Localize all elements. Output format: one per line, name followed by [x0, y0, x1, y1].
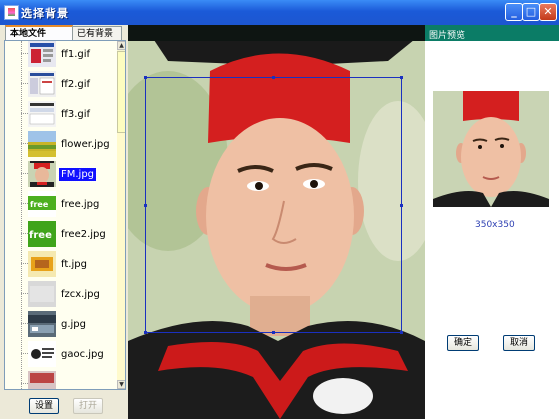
list-scrollbar[interactable]: ▲ ▼ [117, 41, 125, 389]
tab-label: 本地文件 [10, 29, 47, 39]
window-title: 选择背景 [21, 7, 69, 20]
file-list[interactable]: ff1.gif ff2.gif ff3.gif flower.jpg FM.jp… [5, 41, 117, 389]
button-label: 确定 [453, 338, 472, 348]
file-name: gaoc.jpg [61, 349, 104, 360]
file-browser-panel: 本地文件 已有背景 ff1.gif ff2.gif ff3.gif flower… [0, 25, 128, 419]
ok-button[interactable]: 确定 [447, 335, 479, 351]
list-item[interactable] [5, 369, 117, 389]
free-logo-thumbnail: free [28, 221, 56, 247]
list-item[interactable]: flower.jpg [5, 129, 117, 159]
file-name: flower.jpg [61, 139, 110, 150]
preview-panel: 图片预览 350x350 确定 取消 [425, 25, 559, 419]
ui-screenshot-thumbnail [28, 41, 56, 67]
list-item[interactable]: ff1.gif [5, 41, 117, 69]
scroll-up-icon[interactable]: ▲ [117, 41, 125, 50]
partial-thumbnail [28, 371, 56, 389]
yellow-box-thumbnail [28, 251, 56, 277]
button-label: 设置 [34, 401, 53, 411]
preview-header: 图片预览 [425, 25, 559, 41]
preview-title: 图片预览 [429, 31, 466, 41]
image-top-strip [128, 25, 425, 41]
file-name: ff2.gif [61, 79, 91, 90]
ui-screenshot-thumbnail [28, 101, 56, 127]
list-item[interactable]: ff2.gif [5, 69, 117, 99]
list-item-selected[interactable]: FM.jpg [5, 159, 117, 189]
file-name: fzcx.jpg [61, 289, 100, 300]
crop-handle-tr[interactable] [400, 76, 403, 79]
crop-handle-bm[interactable] [272, 331, 275, 334]
file-name: g.jpg [61, 319, 86, 330]
close-button[interactable]: ✕ [539, 3, 557, 21]
scrollbar-thumb[interactable] [117, 51, 125, 133]
list-item[interactable]: free free.jpg [5, 189, 117, 219]
tab-strip: 本地文件 已有背景 [2, 25, 126, 41]
list-item[interactable]: gaoc.jpg [5, 339, 117, 369]
minimize-icon: _ [511, 5, 517, 18]
free-logo-thumbnail: free [28, 191, 56, 217]
file-name: free.jpg [61, 199, 100, 210]
tab-label: 已有背景 [77, 29, 114, 39]
scroll-down-icon[interactable]: ▼ [117, 380, 125, 389]
cancel-button[interactable]: 取消 [503, 335, 535, 351]
svg-text:free: free [29, 230, 52, 241]
list-item[interactable]: ft.jpg [5, 249, 117, 279]
tab-local-files[interactable]: 本地文件 [5, 25, 73, 41]
close-icon: ✕ [543, 5, 553, 18]
title-bar[interactable]: 选择背景 _ □ ✕ [0, 0, 559, 25]
text-doc-thumbnail [28, 341, 56, 367]
button-label: 打开 [78, 401, 97, 411]
file-name: ff1.gif [61, 49, 91, 60]
gray-blank-thumbnail [28, 281, 56, 307]
boy-portrait-thumbnail [28, 161, 56, 187]
svg-text:free: free [30, 200, 49, 209]
file-name: FM.jpg [57, 167, 98, 182]
crop-handle-tm[interactable] [272, 76, 275, 79]
file-name: free2.jpg [61, 229, 106, 240]
ui-screenshot-thumbnail [28, 71, 56, 97]
open-button[interactable]: 打开 [73, 398, 103, 414]
crop-handle-tl[interactable] [144, 76, 147, 79]
crop-selection-box[interactable] [145, 77, 402, 333]
crop-handle-br[interactable] [400, 331, 403, 334]
field-thumbnail [28, 131, 56, 157]
image-size-label: 350x350 [475, 220, 515, 230]
button-label: 取消 [509, 338, 528, 348]
file-list-frame: ff1.gif ff2.gif ff3.gif flower.jpg FM.jp… [4, 40, 126, 390]
crop-handle-ml[interactable] [144, 204, 147, 207]
image-editor-canvas[interactable] [128, 41, 425, 419]
crop-handle-mr[interactable] [400, 204, 403, 207]
maximize-icon: □ [525, 5, 537, 18]
crop-handle-bl[interactable] [144, 331, 147, 334]
list-item[interactable]: ff3.gif [5, 99, 117, 129]
app-icon [4, 5, 19, 20]
settings-button[interactable]: 设置 [29, 398, 59, 414]
maximize-button[interactable]: □ [522, 3, 540, 21]
list-item[interactable]: fzcx.jpg [5, 279, 117, 309]
list-item[interactable]: g.jpg [5, 309, 117, 339]
file-name: ff3.gif [61, 109, 91, 120]
list-item[interactable]: free free2.jpg [5, 219, 117, 249]
tab-existing-backgrounds[interactable]: 已有背景 [72, 26, 122, 40]
file-name: ft.jpg [61, 259, 87, 270]
minimize-button[interactable]: _ [505, 3, 523, 21]
dark-banner-thumbnail [28, 311, 56, 337]
preview-image [433, 91, 549, 207]
